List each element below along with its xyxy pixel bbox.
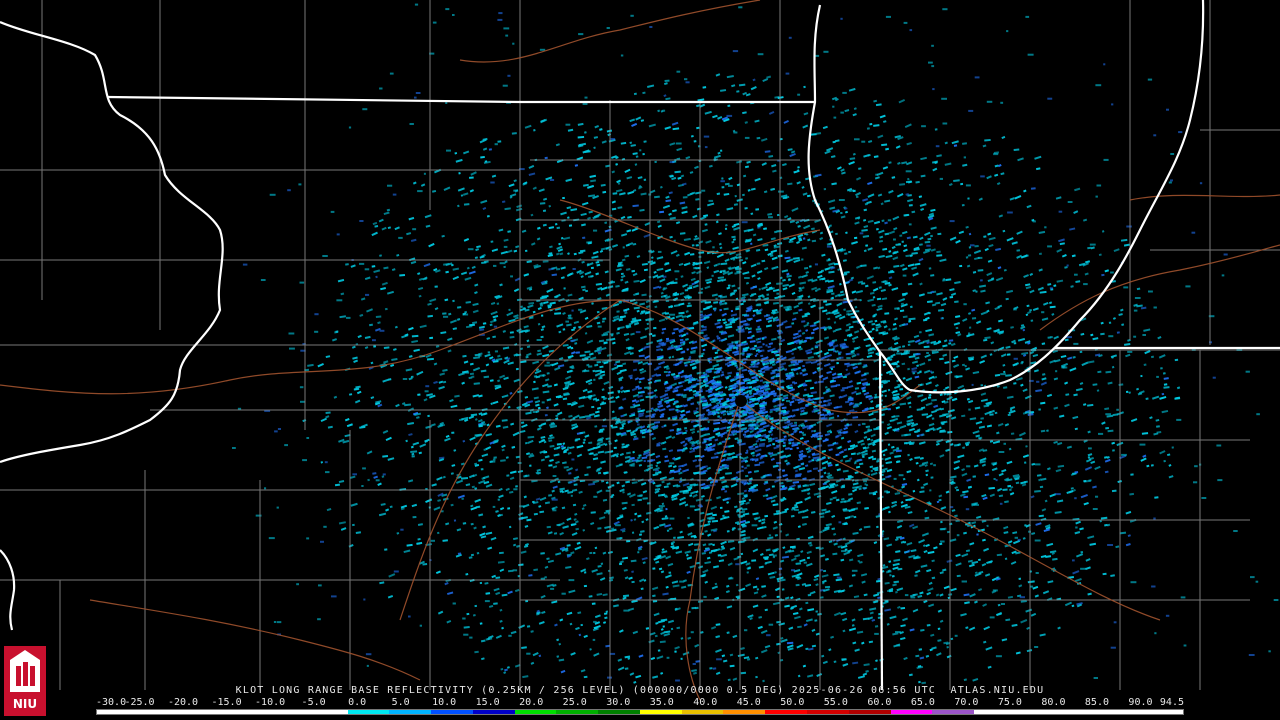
- logo-text: NIU: [13, 697, 37, 711]
- colorbar-label: 65.0: [910, 697, 935, 708]
- colorbar-swatch: [639, 710, 682, 714]
- colorbar-label: 55.0: [823, 697, 848, 708]
- colorbar-label: 80.0: [1041, 697, 1066, 708]
- colorbar-label: 70.0: [954, 697, 979, 708]
- colorbar-swatch: [598, 710, 640, 714]
- colorbar-swatch: [974, 710, 1016, 714]
- colorbar-swatch: [97, 710, 139, 714]
- colorbar-label: -5.0: [301, 697, 326, 708]
- colorbar-swatch: [807, 710, 849, 714]
- colorbar-label: 5.0: [391, 697, 410, 708]
- colorbar-swatch: [848, 710, 891, 714]
- colorbar-swatch: [681, 710, 724, 714]
- colorbar-swatch: [1099, 710, 1142, 714]
- colorbar-label: 35.0: [649, 697, 674, 708]
- radar-map[interactable]: [0, 0, 1280, 720]
- colorbar-swatch: [138, 710, 181, 714]
- colorbar-label: -15.0: [211, 697, 242, 708]
- colorbar-label: 25.0: [562, 697, 587, 708]
- colorbar-swatch: [932, 710, 975, 714]
- colorbar-swatch: [723, 710, 766, 714]
- colorbar-label: 20.0: [519, 697, 544, 708]
- colorbar-label: 94.5: [1159, 697, 1184, 708]
- colorbar-label: 0.0: [348, 697, 367, 708]
- colorbar-label: 45.0: [736, 697, 761, 708]
- colorbar-swatch: [1057, 710, 1100, 714]
- reflectivity-colorbar: [96, 709, 1184, 715]
- colorbar-swatch: [890, 710, 933, 714]
- colorbar-swatch: [1015, 710, 1058, 714]
- colorbar-swatch: [180, 710, 223, 714]
- colorbar-swatch: [222, 710, 265, 714]
- colorbar-label: 10.0: [432, 697, 457, 708]
- colorbar-swatch: [305, 710, 348, 714]
- colorbar-swatch: [514, 710, 557, 714]
- colorbar-swatch: [264, 710, 306, 714]
- colorbar-label: 15.0: [475, 697, 500, 708]
- colorbar-swatch: [431, 710, 473, 714]
- colorbar-label: 85.0: [1084, 697, 1109, 708]
- product-caption: KLOT LONG RANGE BASE REFLECTIVITY (0.25K…: [235, 685, 1045, 696]
- colorbar-swatch: [347, 710, 390, 714]
- colorbar-labels: -30.0 -25.0 -20.0 -15.0 -10.0 -5.0 0.0 5.0 10.0 1…: [96, 697, 1184, 708]
- colorbar-label: 30.0: [606, 697, 631, 708]
- colorbar-label: 50.0: [780, 697, 805, 708]
- colorbar-label: -30.0: [96, 697, 127, 708]
- colorbar-swatch: [389, 710, 432, 714]
- colorbar-swatch: [1141, 710, 1183, 714]
- colorbar-label: 75.0: [997, 697, 1022, 708]
- colorbar-swatch: [472, 710, 515, 714]
- colorbar-label: -20.0: [167, 697, 199, 708]
- colorbar-label: -10.0: [255, 697, 286, 708]
- niu-tower-logo-icon: NIU: [4, 646, 46, 716]
- colorbar-label: -25.0: [124, 697, 155, 708]
- colorbar-swatch: [556, 710, 599, 714]
- colorbar-label: 40.0: [693, 697, 718, 708]
- colorbar-label: 90.0: [1128, 697, 1153, 708]
- colorbar-swatch: [765, 710, 808, 714]
- colorbar-label: 60.0: [867, 697, 892, 708]
- radar-site-marker: [735, 395, 747, 407]
